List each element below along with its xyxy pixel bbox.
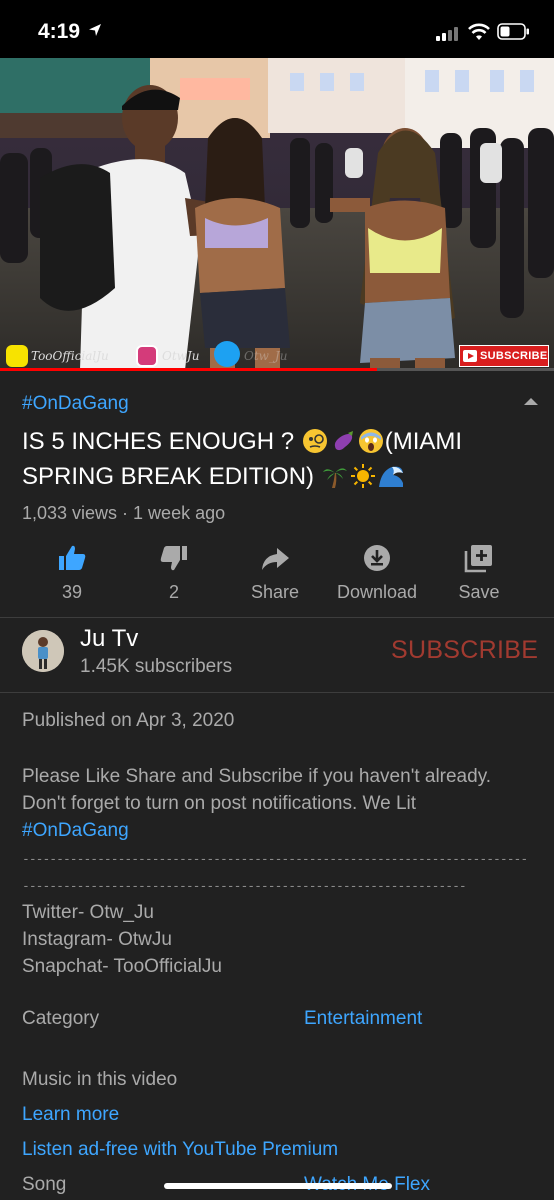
- download-label: Download: [336, 582, 418, 602]
- description-text: Please Like Share and Subscribe if you h…: [22, 763, 537, 844]
- wifi-icon: [468, 23, 490, 40]
- video-progress-bar[interactable]: [0, 368, 554, 371]
- category-label: Category: [22, 1008, 100, 1029]
- channel-avatar[interactable]: [22, 630, 64, 672]
- save-button[interactable]: Save: [427, 538, 531, 608]
- video-subscribe-label: SUBSCRIBE: [480, 350, 548, 362]
- twitter-handle: Twitter- Otw_Ju: [22, 902, 154, 923]
- palm-tree-icon: [322, 468, 347, 488]
- eggplant-icon: [334, 431, 353, 451]
- download-icon: [364, 545, 390, 571]
- subscribe-button[interactable]: SUBSCRIBE: [391, 636, 538, 665]
- avatar-image: [22, 630, 64, 672]
- snapchat-handle: Snapchat- TooOfficialJu: [22, 956, 222, 977]
- thumbs-down-icon: [160, 546, 187, 571]
- watermark-snapchat: TooOfficialJu: [31, 349, 109, 363]
- video-progress-fill: [0, 368, 377, 371]
- divider: [0, 617, 554, 618]
- thumbs-up-icon: [59, 545, 86, 570]
- collapse-description-icon[interactable]: [524, 398, 538, 405]
- share-button[interactable]: Share: [223, 538, 327, 608]
- video-hashtag[interactable]: #OnDaGang: [22, 393, 129, 415]
- twitter-icon: [214, 341, 240, 367]
- instagram-icon: [136, 345, 158, 367]
- snapchat-icon: [6, 345, 28, 367]
- channel-name[interactable]: Ju Tv: [80, 625, 138, 653]
- cellular-signal-icon: [436, 25, 462, 41]
- save-icon: [464, 545, 492, 573]
- video-player[interactable]: TooOfficialJu OtwJu Otw_Ju SUBSCRIBE: [0, 58, 554, 370]
- watermark-twitter: Otw_Ju: [244, 349, 288, 363]
- divider: [0, 692, 554, 693]
- status-time: 4:19: [38, 20, 81, 43]
- like-count: 39: [61, 582, 83, 602]
- video-title-text-1: IS 5 INCHES ENOUGH ?: [22, 428, 295, 455]
- song-label: Song: [22, 1174, 67, 1195]
- status-bar: 4:19: [0, 0, 554, 58]
- watermark-instagram: OtwJu: [162, 349, 200, 363]
- save-label: Save: [458, 582, 500, 602]
- dislike-count: 2: [168, 582, 179, 602]
- youtube-play-icon: [463, 350, 477, 362]
- video-frame: [0, 58, 554, 370]
- music-heading: Music in this video: [22, 1069, 178, 1090]
- category-value[interactable]: Entertainment: [304, 1008, 422, 1030]
- description-line: Don't forget to turn on post notificatio…: [22, 793, 417, 814]
- wave-icon: [378, 466, 403, 487]
- video-meta: 1,033 views · 1 week ago: [22, 503, 226, 523]
- share-label: Share: [250, 582, 300, 602]
- home-indicator[interactable]: [164, 1183, 392, 1189]
- instagram-handle: Instagram- OtwJu: [22, 929, 172, 950]
- learn-more-link[interactable]: Learn more: [22, 1104, 119, 1126]
- monocle-face-icon: [302, 429, 327, 453]
- description-hashtag[interactable]: #OnDaGang: [22, 817, 537, 844]
- youtube-premium-link[interactable]: Listen ad-free with YouTube Premium: [22, 1139, 338, 1161]
- published-date: Published on Apr 3, 2020: [22, 710, 235, 731]
- video-subscribe-badge: SUBSCRIBE: [459, 345, 549, 367]
- screaming-face-icon: [358, 429, 383, 453]
- video-title: IS 5 INCHES ENOUGH ? (MIAMI SPRING BREAK…: [22, 424, 527, 494]
- subscriber-count: 1.45K subscribers: [80, 656, 233, 677]
- description-line: Please Like Share and Subscribe if you h…: [22, 766, 492, 787]
- dislike-button[interactable]: 2: [122, 538, 226, 608]
- battery-icon: [497, 23, 529, 40]
- download-button[interactable]: Download: [325, 538, 429, 608]
- location-arrow-icon: [89, 24, 101, 36]
- action-row: 39 2 Share Download Save: [0, 538, 554, 608]
- share-icon: [262, 548, 289, 570]
- like-button[interactable]: 39: [20, 538, 124, 608]
- description-separator: ----------------------------------------…: [22, 852, 528, 894]
- description-socials: Twitter- Otw_Ju Instagram- OtwJu Snapcha…: [22, 899, 222, 980]
- sun-icon: [350, 464, 375, 488]
